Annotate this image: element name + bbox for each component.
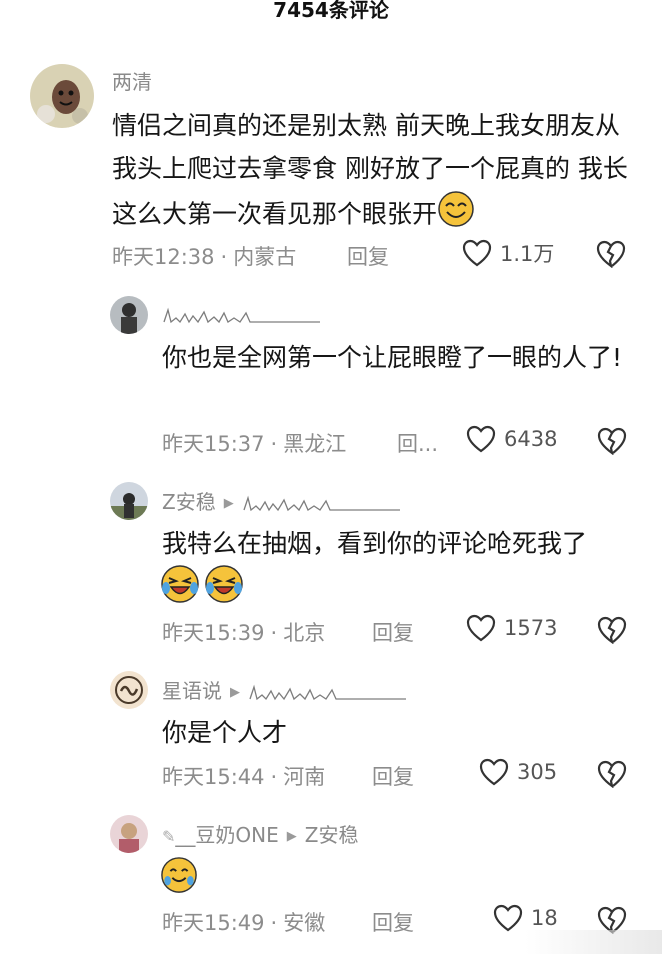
comment-text: 情侣之间真的还是别太熟 前天晚上我女朋友从我头上爬过去拿零食 刚好放了一个屁真的… (112, 104, 642, 241)
reply-button[interactable]: 回复 (372, 907, 414, 937)
pencil-icon: ✎ (162, 827, 176, 846)
reply-button[interactable]: 回复 (347, 241, 389, 271)
broken-heart-icon (597, 427, 627, 456)
smile-emoji-icon (437, 190, 475, 241)
comment-text: 我特么在抽烟，看到你的评论呛死我了 (162, 529, 588, 558)
heart-icon (462, 239, 492, 267)
like-count: 305 (517, 760, 558, 784)
comment-author[interactable]: Z安稳 ▶ (162, 486, 402, 516)
reply-button[interactable]: 回... (397, 428, 438, 458)
laugh-cry-emoji-icon (161, 565, 199, 603)
emoji-row (160, 564, 244, 604)
like-button[interactable]: 1573 (466, 614, 557, 642)
comment-author[interactable] (162, 302, 322, 328)
heart-icon (479, 758, 509, 786)
dislike-button[interactable] (596, 240, 626, 272)
comment-author[interactable]: 星语说 ▶ (162, 675, 408, 705)
heart-icon (466, 614, 496, 642)
broken-heart-icon (597, 616, 627, 645)
dislike-button[interactable] (597, 616, 627, 648)
laugh-cry-emoji-icon (161, 857, 197, 893)
like-button[interactable]: 6438 (466, 425, 557, 453)
reply-button[interactable]: 回复 (372, 761, 414, 791)
like-count: 1.1万 (500, 242, 555, 266)
like-button[interactable]: 18 (493, 904, 558, 932)
reply-button[interactable]: 回复 (372, 617, 414, 647)
avatar[interactable] (30, 64, 94, 128)
comment-meta: 昨天15:49 · 安徽 (162, 911, 326, 935)
comment-author[interactable]: 两清 (112, 66, 152, 95)
broken-heart-icon (597, 760, 627, 789)
handwritten-signature (243, 495, 400, 511)
reply-arrow-icon: ▶ (223, 496, 234, 511)
like-count: 6438 (504, 427, 558, 451)
dislike-button[interactable] (597, 427, 627, 459)
reply-arrow-icon: ▶ (286, 829, 297, 844)
handwritten-signature (163, 307, 320, 323)
comment-emoji (160, 856, 198, 898)
comment-meta: 昨天12:38 · 内蒙古 (112, 245, 297, 269)
comment-text: 你也是全网第一个让屁眼瞪了一眼的人了! (162, 343, 623, 372)
like-count: 1573 (504, 616, 558, 640)
watermark (525, 930, 662, 954)
comment-meta: 昨天15:37 · 黑龙江 (162, 432, 347, 456)
comment-author[interactable]: ✎__豆奶ONE ▶ Z安稳 (162, 819, 358, 848)
avatar[interactable] (110, 815, 148, 853)
comment-text: 你是个人才 (162, 718, 288, 747)
broken-heart-icon (596, 240, 626, 269)
like-button[interactable]: 305 (479, 758, 557, 786)
handwritten-signature (249, 684, 406, 700)
avatar[interactable] (110, 296, 148, 334)
reply-arrow-icon: ▶ (230, 685, 240, 700)
comment-meta: 昨天15:39 · 北京 (162, 621, 326, 645)
dislike-button[interactable] (597, 760, 627, 792)
like-count: 18 (531, 906, 558, 930)
laugh-cry-emoji-icon (205, 565, 243, 603)
heart-icon (466, 425, 496, 453)
heart-icon (493, 904, 523, 932)
page-title: 7454条评论 (273, 0, 389, 22)
avatar[interactable] (110, 671, 148, 709)
like-button[interactable]: 1.1万 (462, 238, 554, 268)
comment-meta: 昨天15:44 · 河南 (162, 765, 326, 789)
avatar[interactable] (110, 482, 148, 520)
